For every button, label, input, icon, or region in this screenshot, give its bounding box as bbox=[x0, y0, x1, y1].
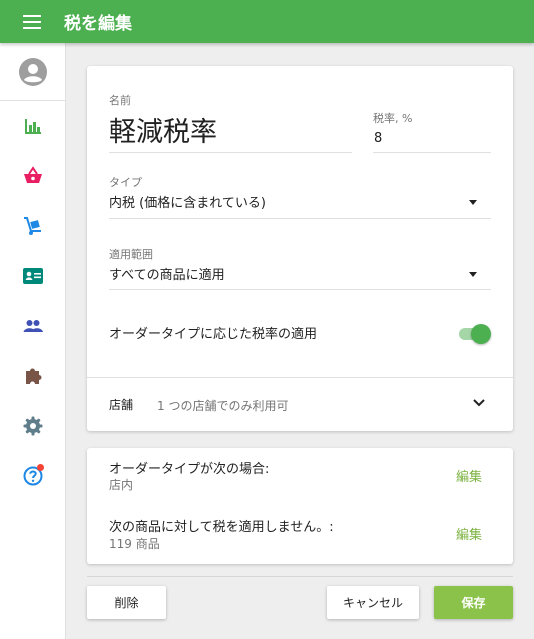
sidebar-item-items[interactable] bbox=[0, 151, 65, 201]
footer-divider bbox=[87, 576, 513, 577]
avatar[interactable] bbox=[0, 43, 65, 101]
bar-chart-icon bbox=[24, 119, 41, 134]
sidebar-item-help[interactable] bbox=[0, 451, 65, 501]
basket-icon bbox=[23, 166, 42, 183]
scope-underline bbox=[109, 289, 491, 290]
store-value: 1 つの店舗でのみ利用可 bbox=[157, 399, 289, 413]
order-type-toggle-knob[interactable] bbox=[471, 324, 491, 344]
menu-icon[interactable] bbox=[0, 0, 64, 43]
sidebar-item-customers[interactable] bbox=[0, 301, 65, 351]
delete-button[interactable]: 削除 bbox=[87, 586, 166, 619]
sidebar bbox=[0, 43, 66, 639]
page-title: 税を編集 bbox=[64, 14, 132, 34]
name-underline bbox=[109, 152, 352, 153]
sidebar-item-reports[interactable] bbox=[0, 101, 65, 151]
notification-dot bbox=[37, 464, 44, 471]
scope-label: 適用範囲 bbox=[109, 248, 153, 261]
chevron-down-icon[interactable] bbox=[473, 399, 485, 407]
cancel-button[interactable]: キャンセル bbox=[327, 586, 419, 619]
scope-select[interactable]: すべての商品に適用 bbox=[109, 264, 225, 283]
type-underline bbox=[109, 218, 491, 219]
save-button[interactable]: 保存 bbox=[434, 586, 513, 619]
sidebar-item-inventory[interactable] bbox=[0, 201, 65, 251]
id-card-icon bbox=[22, 268, 43, 284]
order-type-condition-title: オーダータイプが次の場合: bbox=[109, 462, 270, 477]
type-label: タイプ bbox=[109, 176, 142, 189]
scope-dropdown-icon[interactable] bbox=[469, 272, 477, 277]
people-icon bbox=[23, 320, 43, 332]
section-divider bbox=[87, 377, 513, 378]
tax-form-card: 名前 軽減税率 税率, % 8 タイプ 内税 (価格に含まれている) 適用範囲 … bbox=[87, 66, 513, 431]
rate-underline bbox=[373, 152, 491, 153]
edit-exclude-items-link[interactable]: 編集 bbox=[456, 524, 482, 543]
sidebar-item-integrations[interactable] bbox=[0, 351, 65, 401]
order-type-toggle-label: オーダータイプに応じた税率の適用 bbox=[109, 327, 318, 342]
sidebar-item-employees[interactable] bbox=[0, 251, 65, 301]
rate-label: 税率, % bbox=[373, 112, 413, 125]
account-icon bbox=[18, 57, 47, 86]
exclude-items-value: 119 商品 bbox=[109, 537, 160, 551]
name-label: 名前 bbox=[109, 94, 131, 107]
puzzle-icon bbox=[25, 368, 41, 384]
rate-input[interactable]: 8 bbox=[374, 131, 382, 146]
conditions-card: オーダータイプが次の場合: 店内 編集 次の商品に対して税を適用しません。: 1… bbox=[87, 448, 513, 564]
store-label: 店舗 bbox=[109, 398, 134, 412]
edit-order-type-link[interactable]: 編集 bbox=[456, 466, 482, 485]
hand-truck-icon bbox=[23, 217, 41, 235]
exclude-items-title: 次の商品に対して税を適用しません。: bbox=[109, 520, 334, 535]
type-select[interactable]: 内税 (価格に含まれている) bbox=[109, 192, 266, 211]
type-dropdown-icon[interactable] bbox=[469, 200, 477, 205]
gear-icon bbox=[23, 416, 42, 436]
order-type-condition-value: 店内 bbox=[109, 478, 134, 492]
sidebar-item-settings[interactable] bbox=[0, 401, 65, 451]
app-bar: 税を編集 bbox=[0, 0, 534, 43]
name-input[interactable]: 軽減税率 bbox=[109, 110, 217, 149]
